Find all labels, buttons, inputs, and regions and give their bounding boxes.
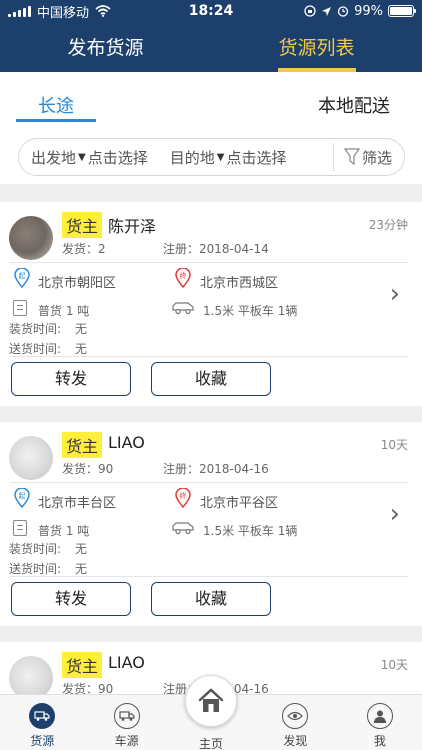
time-ago: 10天 xyxy=(380,438,408,452)
tab-cargo-list[interactable]: 货源列表 xyxy=(211,22,422,72)
filter-area: 出发地 ▼ 点击选择 目的地 ▼ 点击选择 筛选 xyxy=(0,126,422,184)
origin-address: 北京市朝阳区 xyxy=(38,276,117,291)
nav-home[interactable]: 主页 xyxy=(169,675,253,750)
filter-bar: 出发地 ▼ 点击选择 目的地 ▼ 点击选择 筛选 xyxy=(18,138,405,176)
wifi-icon xyxy=(95,5,111,17)
divider xyxy=(10,482,408,483)
nav-label: 我 xyxy=(373,734,386,748)
divider xyxy=(10,356,408,357)
owner-name: LIAO xyxy=(108,433,145,452)
nav-discover[interactable]: 发现 xyxy=(253,695,337,750)
owner-name: 陈开泽 xyxy=(108,217,157,236)
sub-tabs: 长途 本地配送 xyxy=(0,72,422,126)
cargo-source-icon xyxy=(29,703,56,729)
carrier-label: 中国移动 xyxy=(37,5,90,21)
svg-text:终: 终 xyxy=(180,271,187,280)
load-time: 装货时间: 无 xyxy=(9,542,88,556)
orientation-lock-icon xyxy=(304,5,316,17)
avatar xyxy=(9,436,53,480)
clock: 18:24 xyxy=(188,3,234,19)
battery-percent: 99% xyxy=(354,3,383,19)
home-icon xyxy=(185,675,238,727)
time-ago: 10天 xyxy=(380,658,408,672)
nav-label: 发现 xyxy=(283,734,308,748)
cargo-doc-icon xyxy=(13,520,27,536)
cargo-info: 普货 1 吨 xyxy=(38,524,90,538)
svg-text:起: 起 xyxy=(19,492,26,500)
svg-text:终: 终 xyxy=(180,491,187,500)
cargo-card[interactable]: 货主 LIAO 10天 发货：90 注册：2018-04-16 起 北京市丰台区… xyxy=(0,422,422,626)
shipment-count: 发货：90 xyxy=(62,462,114,476)
bottom-nav: 货源 车源 主页 发现 我 xyxy=(0,675,422,750)
tab-local-delivery[interactable]: 本地配送 xyxy=(318,72,390,126)
destination-placeholder: 点击选择 xyxy=(226,148,287,167)
time-ago: 23分钟 xyxy=(368,218,408,232)
origin-marker-icon: 起 xyxy=(14,268,30,288)
svg-text:起: 起 xyxy=(19,272,26,280)
filter-label: 筛选 xyxy=(361,148,392,167)
registered-date: 注册：2018-04-16 xyxy=(163,462,269,476)
delivery-time: 送货时间: 无 xyxy=(9,562,88,576)
nav-label: 车源 xyxy=(114,734,139,748)
vehicle-icon xyxy=(172,302,194,315)
destination-address: 北京市西城区 xyxy=(200,276,279,291)
cargo-doc-icon xyxy=(13,300,27,316)
divider xyxy=(10,576,408,577)
avatar xyxy=(9,216,53,260)
alarm-icon xyxy=(337,6,349,17)
destination-selector[interactable]: 目的地 ▼ 点击选择 xyxy=(148,147,287,168)
owner-tag: 货主 xyxy=(62,432,103,458)
origin-placeholder: 点击选择 xyxy=(87,148,148,167)
battery-icon xyxy=(388,5,416,17)
tab-publish-cargo[interactable]: 发布货源 xyxy=(0,22,211,72)
chevron-right-icon[interactable]: › xyxy=(390,499,400,529)
nav-me[interactable]: 我 xyxy=(338,695,422,750)
caret-down-icon: ▼ xyxy=(216,151,225,163)
forward-button[interactable]: 转发 xyxy=(11,362,131,396)
status-bar: 中国移动 18:24 99% xyxy=(0,0,422,22)
delivery-time: 送货时间: 无 xyxy=(9,342,88,356)
origin-address: 北京市丰台区 xyxy=(38,496,117,511)
vehicle-info: 1.5米 平板车 1辆 xyxy=(203,304,298,318)
truck-icon xyxy=(113,703,140,729)
top-nav: 发布货源 货源列表 xyxy=(0,22,422,72)
shipment-count: 发货：2 xyxy=(62,242,106,256)
caret-down-icon: ▼ xyxy=(78,151,86,163)
forward-button[interactable]: 转发 xyxy=(11,582,131,616)
cargo-card[interactable]: 货主 陈开泽 23分钟 发货：2 注册：2018-04-14 起 北京市朝阳区 … xyxy=(0,202,422,406)
nav-cargo-source[interactable]: 货源 xyxy=(0,695,84,750)
eye-icon xyxy=(282,703,309,729)
favorite-button[interactable]: 收藏 xyxy=(151,362,271,396)
nav-vehicle-source[interactable]: 车源 xyxy=(84,695,168,750)
destination-marker-icon: 终 xyxy=(175,488,191,508)
load-time: 装货时间: 无 xyxy=(9,322,88,336)
destination-label: 目的地 xyxy=(169,148,215,167)
destination-address: 北京市平谷区 xyxy=(200,496,279,511)
origin-marker-icon: 起 xyxy=(14,488,30,508)
user-icon xyxy=(366,703,393,729)
filter-button[interactable]: 筛选 xyxy=(332,143,404,171)
vehicle-info: 1.5米 平板车 1辆 xyxy=(203,524,298,538)
destination-marker-icon: 终 xyxy=(175,268,191,288)
location-icon xyxy=(322,6,332,16)
owner-tag: 货主 xyxy=(62,652,103,678)
owner-name: LIAO xyxy=(108,653,145,672)
funnel-icon xyxy=(343,148,360,166)
chevron-right-icon[interactable]: › xyxy=(390,279,400,309)
registered-date: 注册：2018-04-14 xyxy=(163,242,269,256)
cargo-info: 普货 1 吨 xyxy=(38,304,90,318)
divider xyxy=(10,262,408,263)
nav-label: 主页 xyxy=(199,737,224,750)
signal-icon xyxy=(8,5,31,17)
vehicle-icon xyxy=(172,522,194,535)
nav-label: 货源 xyxy=(30,734,55,748)
origin-selector[interactable]: 出发地 ▼ 点击选择 xyxy=(19,147,148,168)
origin-label: 出发地 xyxy=(31,148,77,167)
owner-tag: 货主 xyxy=(62,212,103,238)
tab-long-distance[interactable]: 长途 xyxy=(16,72,96,126)
favorite-button[interactable]: 收藏 xyxy=(151,582,271,616)
